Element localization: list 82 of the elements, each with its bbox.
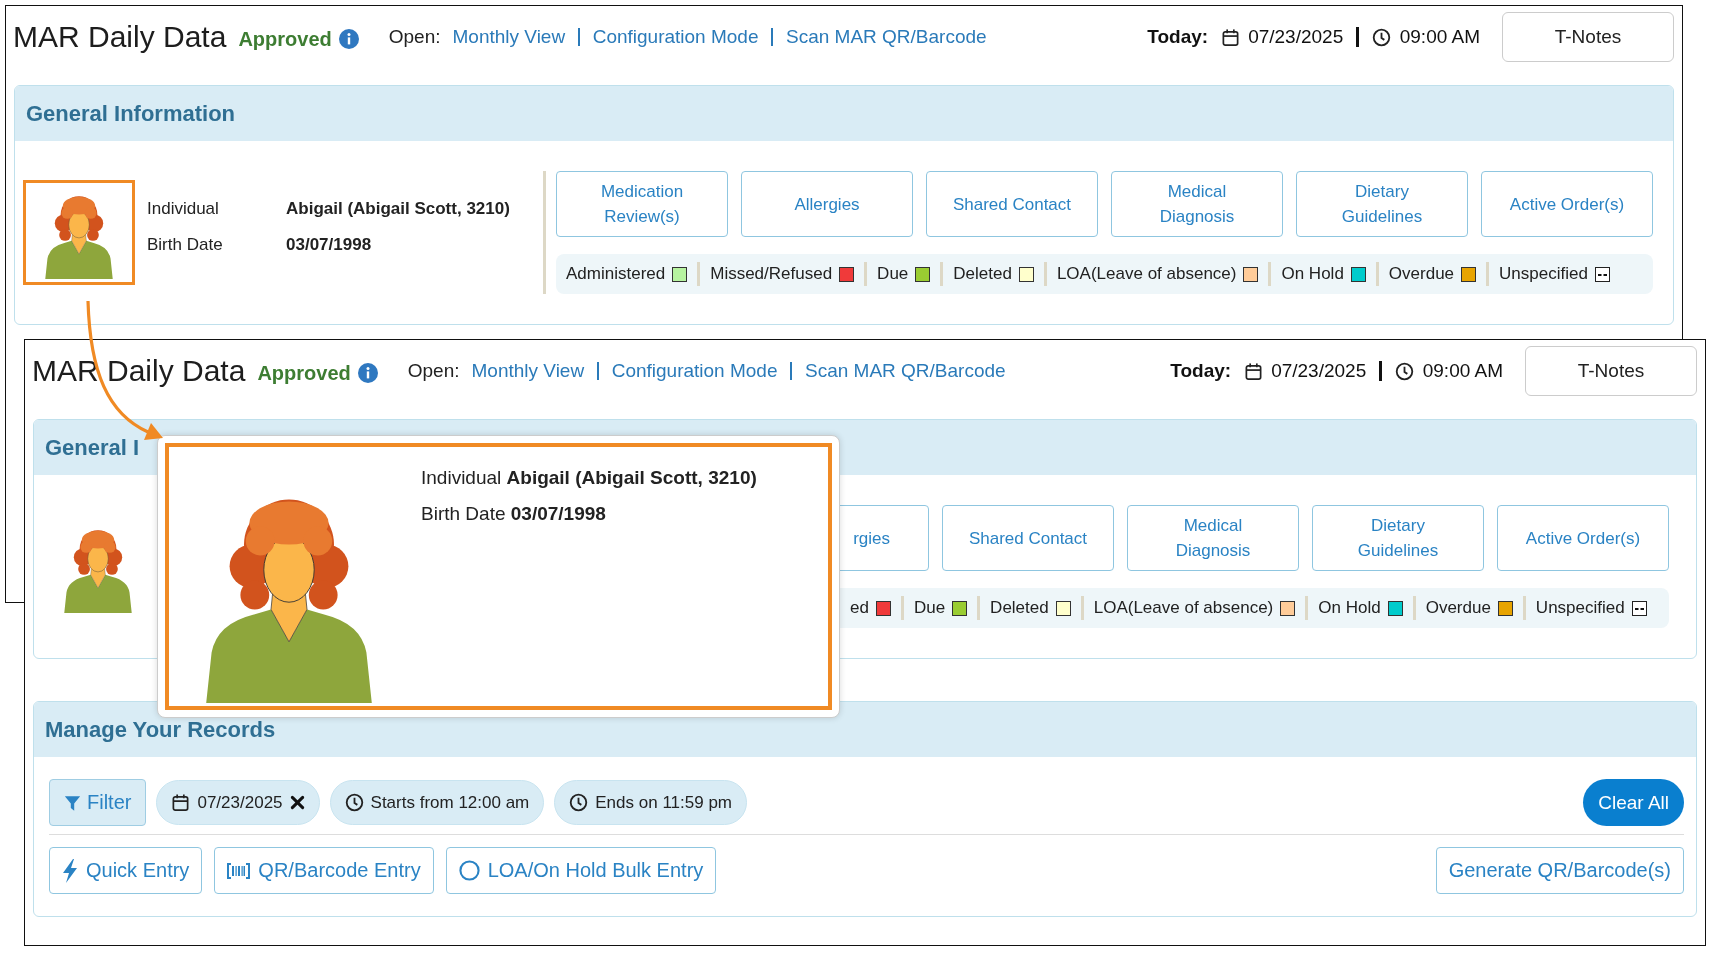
legend-label: Deleted bbox=[953, 264, 1012, 284]
link[interactable]: Scan MAR QR/Barcode bbox=[786, 26, 987, 48]
entry-button[interactable]: LOA/On Hold Bulk Entry bbox=[445, 847, 717, 894]
blank-swatch-icon bbox=[1631, 600, 1647, 616]
barcode-icon bbox=[227, 861, 251, 880]
legend-label: Unspecified bbox=[1535, 598, 1625, 618]
legend-label: ed bbox=[850, 598, 869, 618]
close-icon[interactable] bbox=[289, 795, 305, 810]
legend-label: Overdue bbox=[1388, 264, 1455, 284]
notes-button[interactable]: T-Notes bbox=[1502, 12, 1674, 62]
birth-date-text: Birth Date 03/07/1998 bbox=[421, 503, 607, 525]
link[interactable]: Configuration Mode bbox=[592, 26, 759, 48]
field-label: Individual bbox=[147, 198, 220, 219]
calendar-icon bbox=[171, 793, 191, 812]
section-button[interactable]: Dietary Guidelines bbox=[1312, 505, 1484, 571]
info-icon bbox=[338, 28, 359, 49]
clock-icon bbox=[1371, 27, 1391, 47]
clock-icon bbox=[569, 793, 589, 812]
open-label: Open: bbox=[388, 26, 441, 48]
filter-button[interactable]: Filter bbox=[49, 779, 147, 826]
chip-text: Ends on 11:59 pm bbox=[595, 792, 732, 813]
status-label: Approved bbox=[257, 361, 351, 385]
section-button[interactable]: Shared Contact bbox=[926, 171, 1098, 237]
funnel-icon bbox=[64, 793, 81, 812]
clear-all-button[interactable]: Clear All bbox=[1583, 779, 1684, 826]
legend-label: LOA(Leave of absence) bbox=[1056, 264, 1237, 284]
legend-label: Due bbox=[913, 598, 946, 618]
link[interactable]: Monthly View bbox=[452, 26, 566, 48]
legend-label: On Hold bbox=[1318, 598, 1381, 618]
legend-label: LOA(Leave of absence) bbox=[1093, 598, 1274, 618]
individual-text: Individual Abigail (Abigail Scott, 3210) bbox=[421, 467, 757, 489]
filter-chip[interactable]: 07/23/2025 bbox=[156, 780, 320, 825]
chip-text: 07/23/2025 bbox=[197, 792, 283, 813]
section-button[interactable]: Medical Diagnosis bbox=[1111, 171, 1283, 237]
section-button[interactable]: Allergies bbox=[741, 171, 913, 237]
legend-label: Unspecified bbox=[1499, 264, 1588, 284]
today-label: Today: bbox=[1147, 26, 1209, 48]
circle-icon bbox=[458, 860, 480, 881]
section-button[interactable]: Medication Review(s) bbox=[556, 171, 728, 237]
status-label: Approved bbox=[238, 27, 332, 51]
blank-swatch-icon bbox=[1594, 266, 1610, 282]
date-text: 07/23/2025 bbox=[1271, 360, 1367, 382]
section-button[interactable]: Active Order(s) bbox=[1497, 505, 1669, 571]
legend-label: Deleted bbox=[990, 598, 1049, 618]
legend-label: Due bbox=[877, 264, 909, 284]
info-icon bbox=[357, 362, 378, 383]
legend-label: On Hold bbox=[1281, 264, 1344, 284]
section-button[interactable]: Active Order(s) bbox=[1481, 171, 1653, 237]
field-value: 03/07/1998 bbox=[286, 234, 373, 255]
section-button[interactable]: Medical Diagnosis bbox=[1127, 505, 1299, 571]
entry-button[interactable]: QR/Barcode Entry bbox=[214, 847, 434, 894]
filter-chip[interactable]: Ends on 11:59 pm bbox=[554, 780, 747, 825]
link[interactable]: Configuration Mode bbox=[611, 360, 778, 382]
time-text: 09:00 AM bbox=[1399, 26, 1480, 48]
field-label: Birth Date bbox=[147, 234, 224, 255]
clock-icon bbox=[1394, 361, 1414, 381]
calendar-icon bbox=[1244, 361, 1264, 381]
legend-label: Missed/Refused bbox=[710, 264, 833, 284]
section-title: Manage Your Records bbox=[45, 716, 276, 743]
filter-chip[interactable]: Starts from 12:00 am bbox=[329, 780, 545, 825]
chip-text: Starts from 12:00 am bbox=[370, 792, 530, 813]
legend-label: Overdue bbox=[1425, 598, 1491, 618]
link[interactable]: Monthly View bbox=[471, 360, 585, 382]
section-button[interactable]: Shared Contact bbox=[942, 505, 1114, 571]
generate-button[interactable]: Generate QR/Barcode(s) bbox=[1435, 847, 1684, 894]
section-title: General Information bbox=[26, 100, 236, 127]
date-text: 07/23/2025 bbox=[1248, 26, 1344, 48]
section-title: General I bbox=[45, 434, 140, 461]
open-label: Open: bbox=[407, 360, 460, 382]
legend-label: Administered bbox=[566, 264, 666, 284]
field-value: Abigail (Abigail Scott, 3210) bbox=[286, 198, 510, 219]
entry-button[interactable]: Quick Entry bbox=[49, 847, 203, 894]
page-title: MAR Daily Data bbox=[13, 20, 227, 54]
clock-icon bbox=[344, 793, 364, 812]
lightning-icon bbox=[62, 858, 78, 883]
notes-button[interactable]: T-Notes bbox=[1525, 346, 1697, 396]
time-text: 09:00 AM bbox=[1422, 360, 1503, 382]
section-button[interactable]: Dietary Guidelines bbox=[1296, 171, 1468, 237]
today-label: Today: bbox=[1170, 360, 1232, 382]
calendar-icon bbox=[1221, 27, 1241, 47]
link[interactable]: Scan MAR QR/Barcode bbox=[805, 360, 1006, 382]
page-title: MAR Daily Data bbox=[32, 354, 246, 388]
